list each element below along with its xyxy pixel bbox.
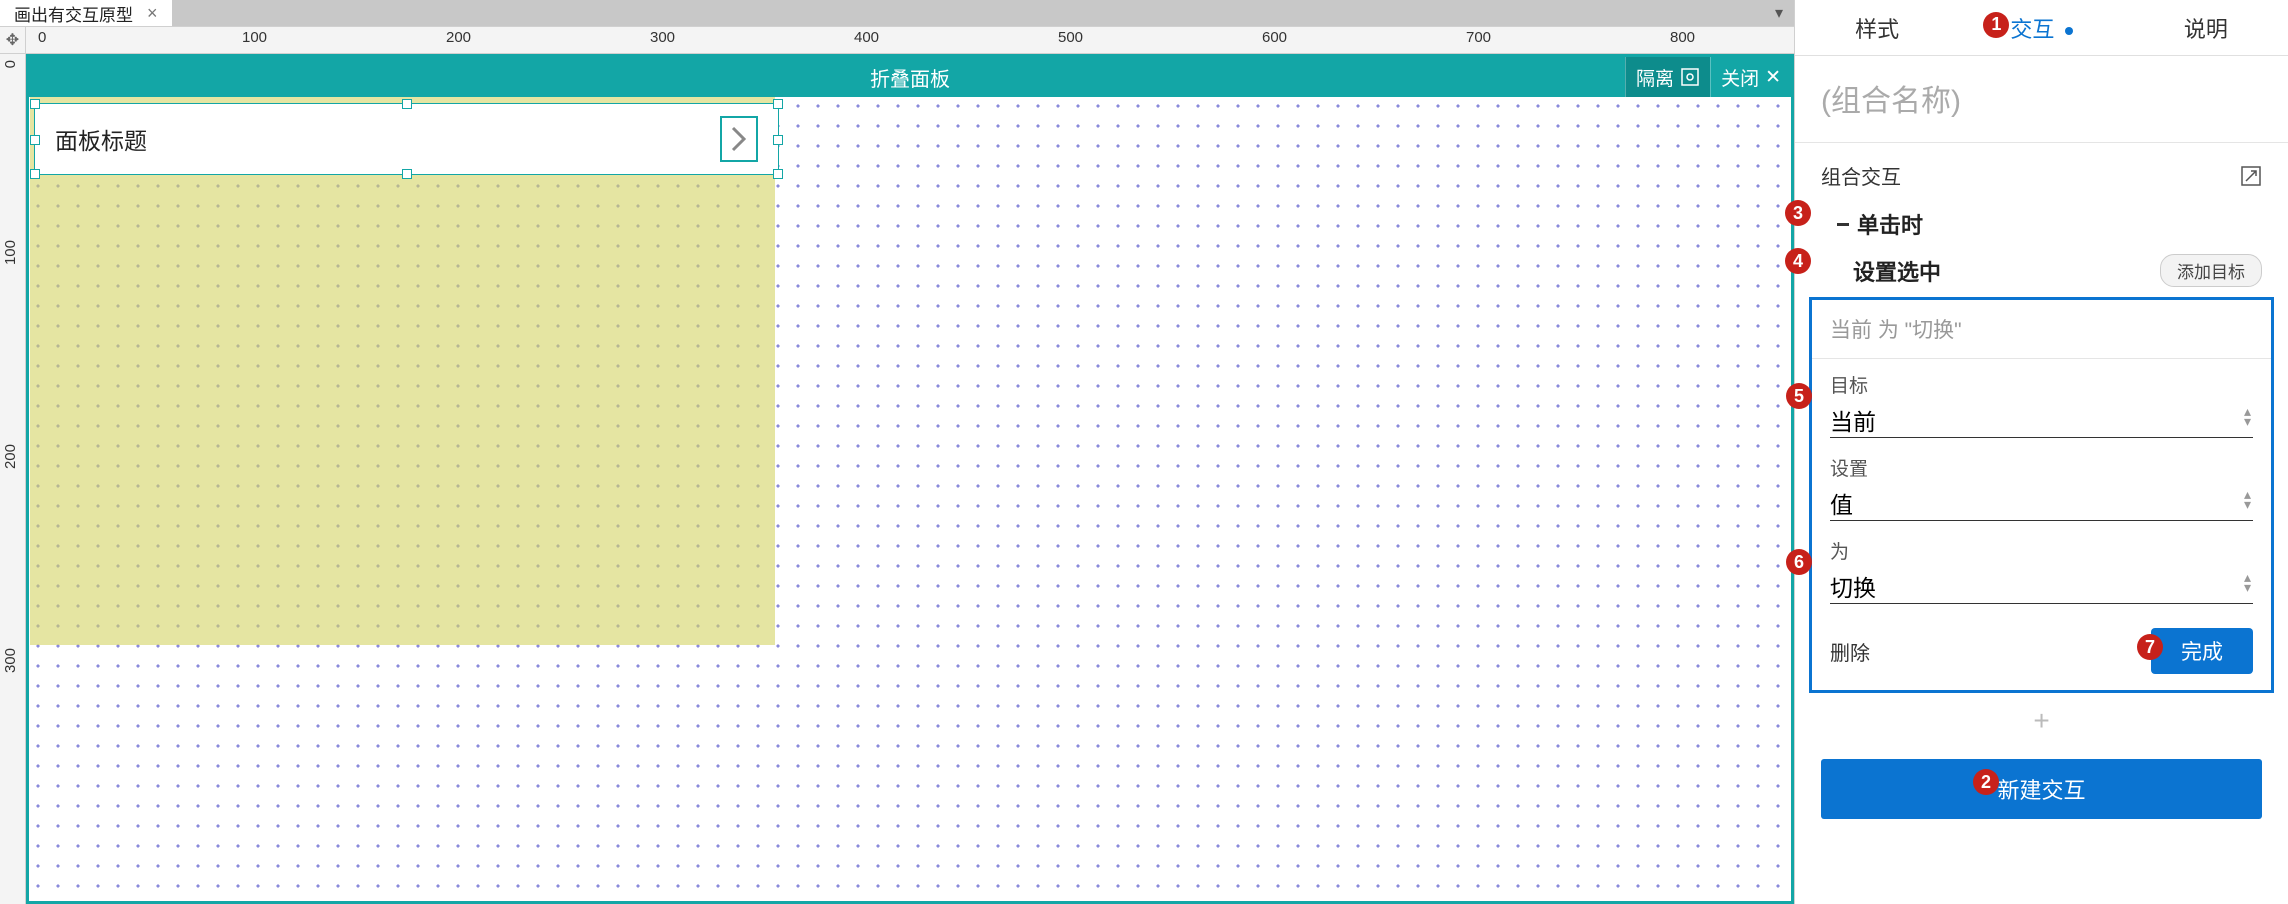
inspector-panel: 样式 1 交互 说明 (组合名称) 组合交互 3 单击时 4 设置选中 添加目标… (1794, 0, 2288, 904)
interactions-section-header: 组合交互 (1795, 143, 2288, 200)
chevron-updown-icon: ▴▾ (2244, 572, 2251, 592)
delete-action-link[interactable]: 删除 (1830, 637, 1870, 666)
group-edit-frame: 折叠面板 隔离 关闭 ✕ (26, 54, 1794, 904)
chevron-updown-icon: ▴▾ (2244, 406, 2251, 426)
tab-interactions[interactable]: 1 交互 (1959, 0, 2123, 58)
inspector-tabs: 样式 1 交互 说明 (1795, 0, 2288, 56)
group-edit-title: 折叠面板 (870, 63, 950, 92)
group-edit-title-bar: 折叠面板 隔离 关闭 ✕ (29, 57, 1791, 97)
expand-chevron-button[interactable] (720, 116, 758, 162)
panel-title-text: 面板标题 (55, 122, 147, 156)
annotation-3: 3 (1785, 200, 1811, 226)
done-button[interactable]: 7 完成 (2151, 628, 2253, 674)
set-select[interactable] (1830, 485, 2253, 521)
widget-name-field[interactable]: (组合名称) (1795, 56, 2288, 143)
target-label: 目标 (1830, 371, 2253, 398)
horizontal-ruler[interactable]: 0 100 200 300 400 500 600 700 800 (26, 27, 1794, 53)
chevron-updown-icon: ▴▾ (2244, 489, 2251, 509)
chevron-right-icon (730, 125, 748, 153)
collapse-icon (1837, 223, 1849, 226)
add-target-button[interactable]: 添加目标 (2160, 254, 2262, 287)
design-canvas[interactable]: 折叠面板 隔离 关闭 ✕ (26, 54, 1794, 904)
vertical-ruler[interactable]: 0 100 200 300 (0, 54, 26, 904)
panel-title-widget[interactable]: 面板标题 (34, 103, 779, 175)
tab-dropdown-icon[interactable]: ▾ (1764, 0, 1794, 26)
focus-icon (1680, 67, 1700, 87)
target-select[interactable] (1830, 402, 2253, 438)
action-config-box: 当前 为 "切换" 目标 5 ▴▾ 设置 ▴▾ 为 6 (1809, 297, 2274, 693)
to-label: 为 (1830, 537, 2253, 564)
set-label: 设置 (1830, 454, 2253, 481)
horizontal-ruler-row: ✥ 0 100 200 300 400 500 600 700 800 (0, 26, 1794, 54)
tab-title: 画出有交互原型 (14, 1, 133, 26)
to-select[interactable] (1830, 568, 2253, 604)
unsaved-indicator-icon (2065, 27, 2073, 35)
add-action-button[interactable]: + (1795, 693, 2288, 749)
annotation-7: 7 (2137, 634, 2163, 660)
action-set-selected[interactable]: 4 设置选中 添加目标 (1795, 248, 2288, 297)
isolate-button[interactable]: 隔离 (1625, 57, 1710, 97)
ruler-origin-icon[interactable]: ✥ (0, 27, 26, 53)
close-icon: ✕ (1765, 66, 1781, 89)
panel-body-shape[interactable] (30, 97, 775, 645)
annotation-6: 6 (1786, 549, 1812, 575)
canvas-area: 画出有交互原型 × ▾ ✥ 0 100 200 300 400 500 600 … (0, 0, 1794, 904)
annotation-5: 5 (1786, 383, 1812, 409)
tab-notes[interactable]: 说明 (2124, 0, 2288, 58)
tab-style[interactable]: 样式 (1795, 0, 1959, 58)
action-summary: 当前 为 "切换" (1812, 300, 2271, 359)
document-tab-strip: 画出有交互原型 × ▾ (0, 0, 1794, 26)
annotation-2: 2 (1973, 769, 1999, 795)
document-tab[interactable]: 画出有交互原型 × (0, 0, 173, 26)
annotation-4: 4 (1785, 248, 1811, 274)
close-group-button[interactable]: 关闭 ✕ (1710, 57, 1791, 97)
event-onclick[interactable]: 3 单击时 (1795, 200, 2288, 248)
annotation-1: 1 (1983, 12, 2009, 38)
close-icon[interactable]: × (147, 3, 158, 24)
expand-panel-icon[interactable] (2240, 165, 2262, 187)
new-interaction-button[interactable]: 2 新建交互 (1821, 759, 2262, 819)
